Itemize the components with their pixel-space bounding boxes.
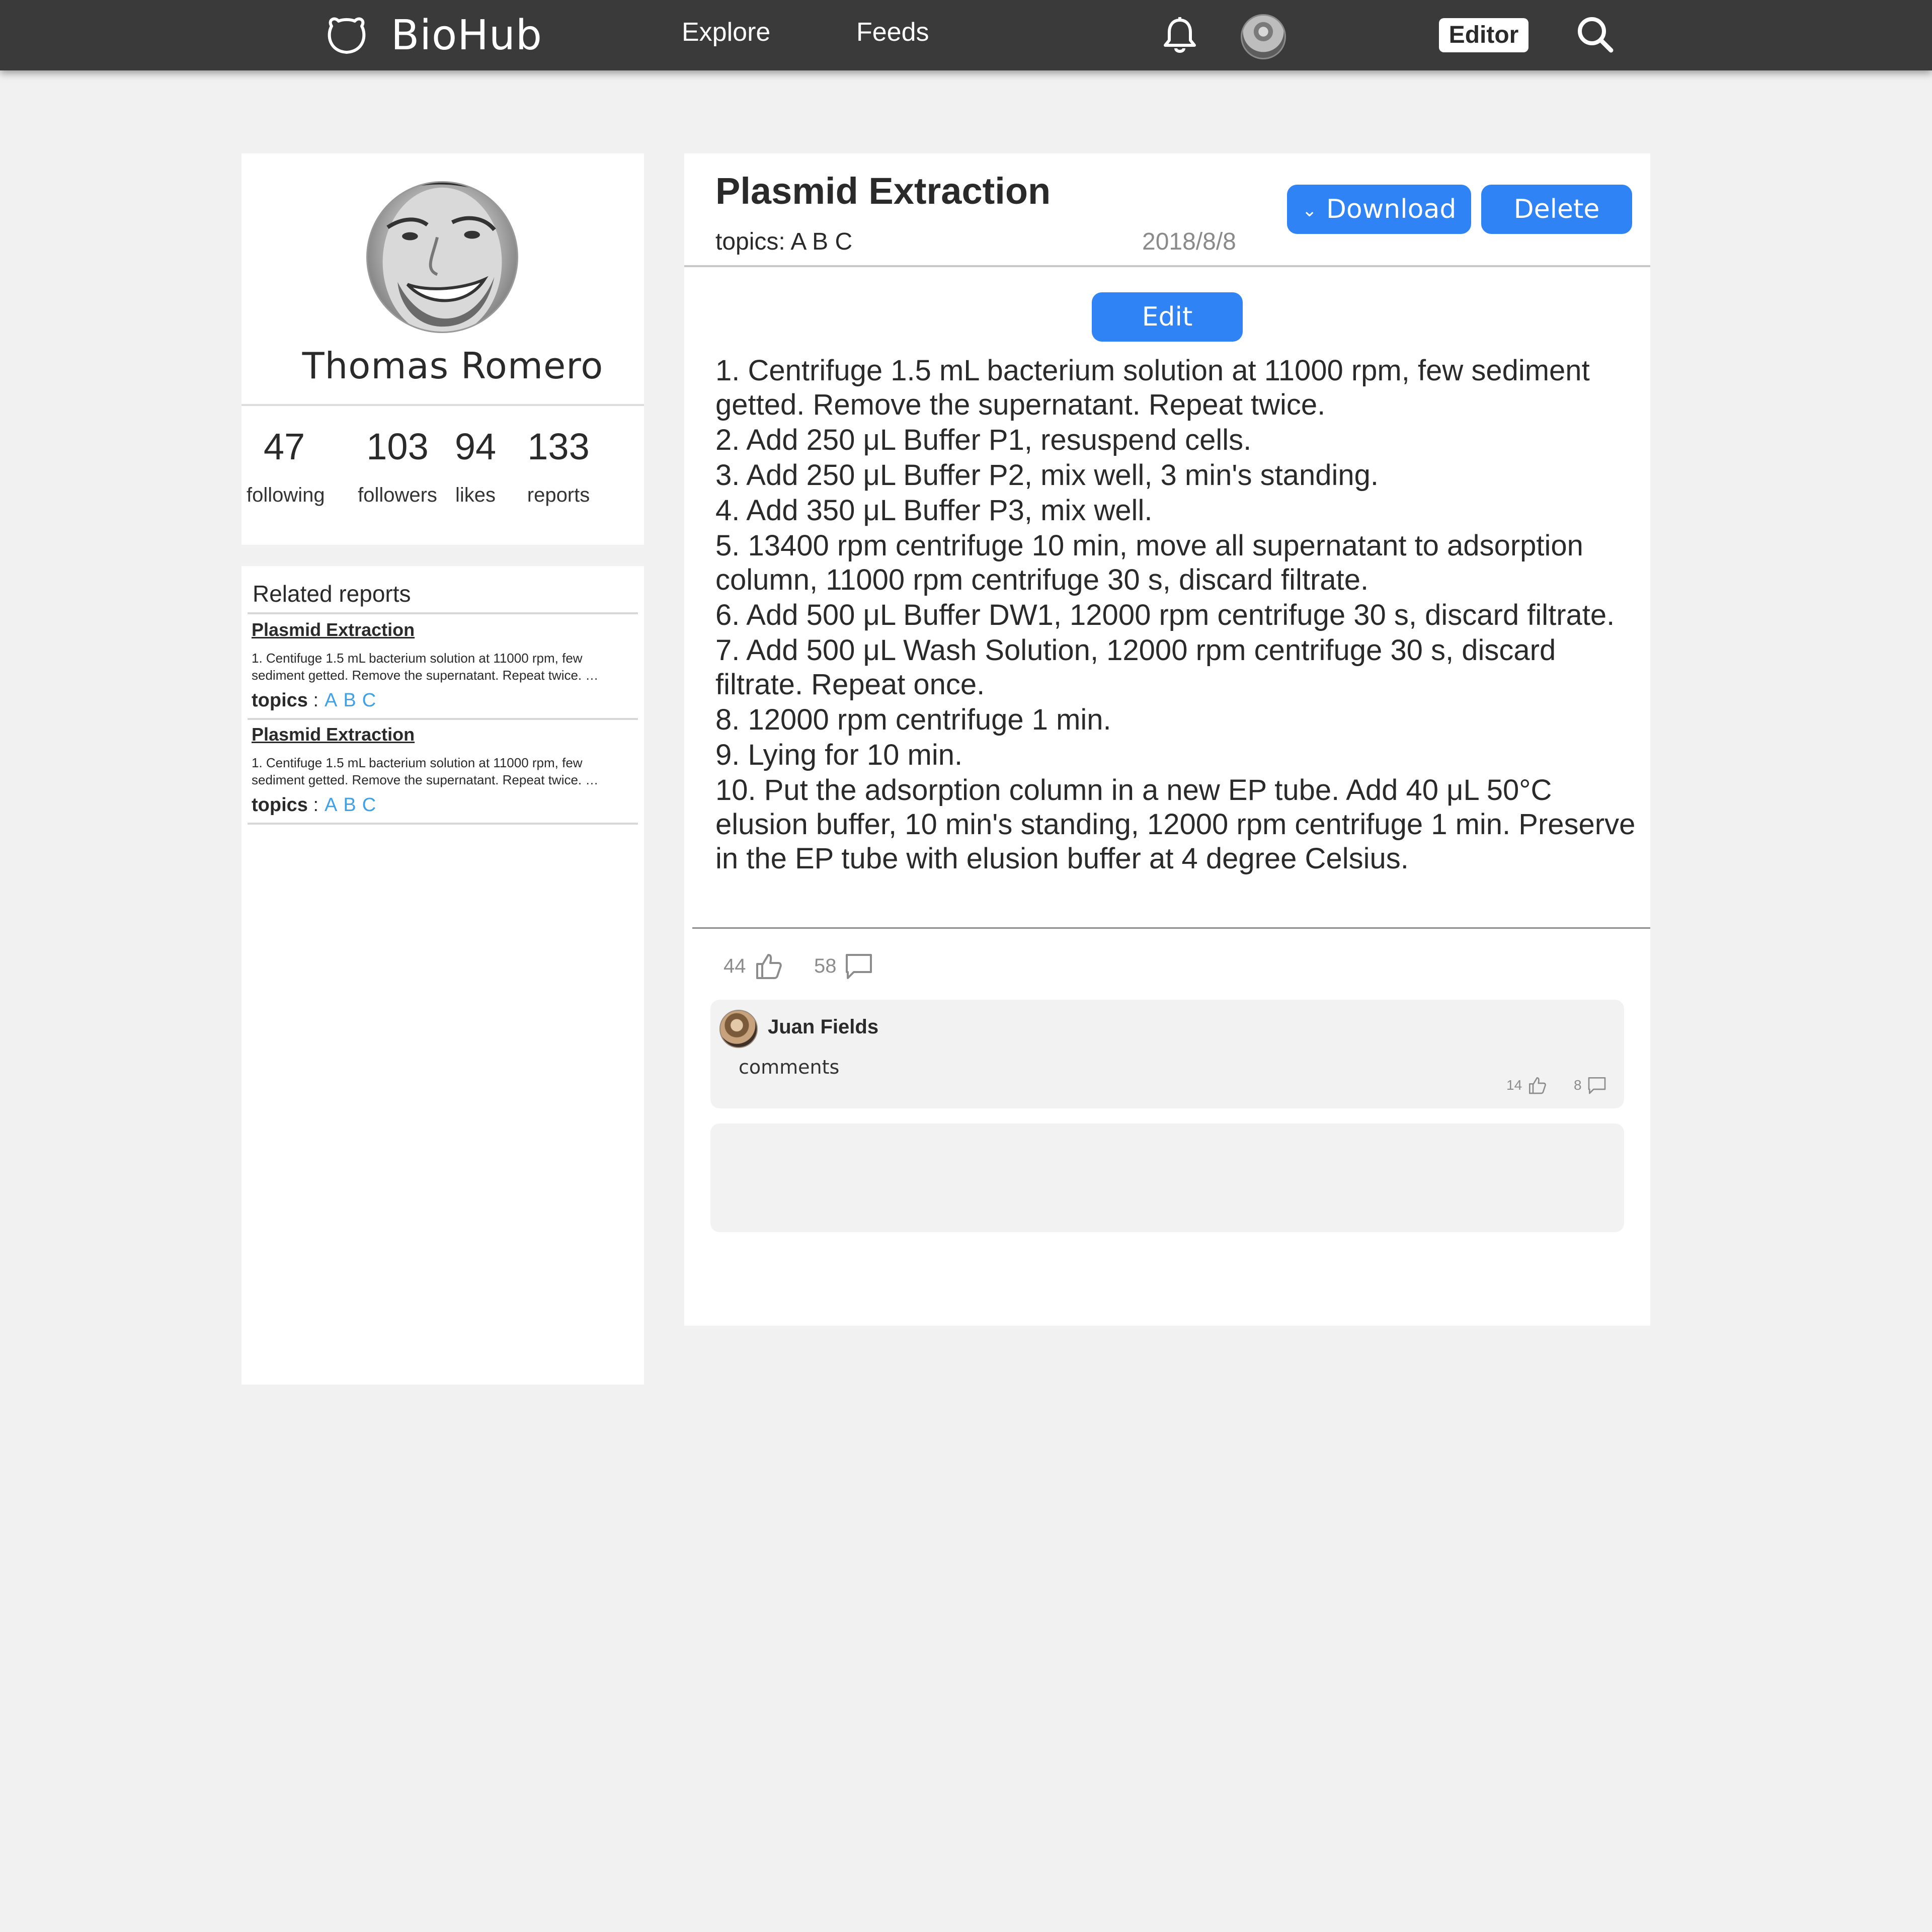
comment-like-count: 14 <box>1506 1077 1522 1093</box>
commenter-avatar[interactable] <box>719 1010 758 1048</box>
comment-text: comments <box>739 1056 840 1078</box>
download-label: Download <box>1326 194 1457 224</box>
profile-avatar[interactable] <box>366 181 518 333</box>
brand-logo[interactable]: BioHub <box>325 11 542 59</box>
stat-value: 103 <box>366 426 429 467</box>
stat-following[interactable]: 47 following <box>247 425 325 507</box>
divider <box>248 612 638 614</box>
topic-link[interactable]: A <box>325 690 337 711</box>
nav-feeds-link[interactable]: Feeds <box>856 17 929 47</box>
bear-logo-icon <box>328 17 366 54</box>
comment-input-area[interactable] <box>710 1123 1624 1232</box>
like-count: 44 <box>723 954 746 977</box>
related-reports-panel: Related reports Plasmid Extraction 1. Ce… <box>242 566 644 1385</box>
thumbs-up-icon <box>1529 1077 1547 1094</box>
comment-icon <box>845 954 872 979</box>
divider <box>242 404 644 406</box>
thumbs-up-icon <box>756 954 782 979</box>
related-report-topics: topics :ABC <box>252 794 376 816</box>
comment-button[interactable]: 58 <box>814 948 874 984</box>
related-report-item[interactable]: Plasmid Extraction 1. Centifuge 1.5 mL b… <box>252 619 634 711</box>
related-report-snippet: 1. Centifuge 1.5 mL bacterium solution a… <box>252 755 599 787</box>
comment-icon <box>1588 1077 1605 1094</box>
topic-link[interactable]: C <box>362 690 376 711</box>
bell-icon[interactable] <box>1162 16 1197 54</box>
topic-link[interactable]: C <box>362 794 376 816</box>
stat-label: followers <box>358 484 437 506</box>
comment-like-button[interactable]: 14 <box>1506 1075 1547 1095</box>
topic-link[interactable]: B <box>343 794 356 816</box>
protocol-step: 1. Centrifuge 1.5 mL bacterium solution … <box>715 354 1590 421</box>
nav-explore-link[interactable]: Explore <box>682 17 770 47</box>
topics-label: topics <box>252 690 308 711</box>
divider <box>684 265 1650 267</box>
protocol-step: 2. Add 250 μL Buffer P1, resuspend cells… <box>715 424 1252 456</box>
related-report-title[interactable]: Plasmid Extraction <box>252 619 634 640</box>
protocol-step: 10. Put the adsorption column in a new E… <box>715 774 1636 875</box>
protocol-step: 7. Add 500 μL Wash Solution, 12000 rpm c… <box>715 634 1556 701</box>
stat-likes[interactable]: 94 likes <box>448 425 503 507</box>
report-article: Plasmid Extraction topics: A B C 2018/8/… <box>684 153 1650 1326</box>
report-title: Plasmid Extraction <box>715 170 1051 212</box>
topic-link[interactable]: B <box>343 690 356 711</box>
stat-label: reports <box>527 484 590 506</box>
protocol-steps: 1. Centrifuge 1.5 mL bacterium solution … <box>715 354 1636 877</box>
protocol-step: 8. 12000 rpm centrifuge 1 min. <box>715 703 1111 736</box>
related-report-item[interactable]: Plasmid Extraction 1. Centifuge 1.5 mL b… <box>252 724 634 816</box>
comment-count: 58 <box>814 954 837 977</box>
profile-card: Thomas Romero 47 following 103 followers… <box>242 153 644 545</box>
like-button[interactable]: 44 <box>723 948 783 984</box>
report-date: 2018/8/8 <box>1142 228 1236 255</box>
divider <box>248 823 638 825</box>
divider <box>692 927 1650 929</box>
stat-value: 94 <box>454 426 497 467</box>
profile-photo <box>368 183 517 332</box>
top-navigation-bar: BioHub Explore Feeds Editor <box>0 0 1932 70</box>
comment-reply-count: 8 <box>1574 1077 1582 1093</box>
stat-reports[interactable]: 133 reports <box>516 425 601 507</box>
stat-label: likes <box>455 484 496 506</box>
protocol-step: 6. Add 500 μL Buffer DW1, 12000 rpm cent… <box>715 599 1615 631</box>
profile-name: Thomas Romero <box>302 345 604 387</box>
comment-card: Juan Fields comments 14 8 <box>710 1000 1624 1108</box>
user-avatar[interactable] <box>1241 14 1286 59</box>
related-report-snippet: 1. Centifuge 1.5 mL bacterium solution a… <box>252 651 599 683</box>
chevron-down-icon: ⌄ <box>1302 200 1317 221</box>
report-topics: topics: A B C <box>715 228 853 255</box>
divider <box>248 718 638 720</box>
delete-button[interactable]: Delete <box>1481 185 1632 234</box>
topics-label: topics <box>252 794 308 816</box>
stat-value: 47 <box>263 426 305 467</box>
related-report-topics: topics :ABC <box>252 690 376 711</box>
search-icon[interactable] <box>1575 14 1615 54</box>
stat-label: following <box>247 484 325 506</box>
protocol-step: 4. Add 350 μL Buffer P3, mix well. <box>715 494 1153 527</box>
protocol-step: 5. 13400 rpm centrifuge 10 min, move all… <box>715 529 1583 596</box>
related-reports-title: Related reports <box>253 581 411 607</box>
edit-button[interactable]: Edit <box>1092 292 1243 342</box>
commenter-name[interactable]: Juan Fields <box>768 1016 878 1038</box>
protocol-step: 9. Lying for 10 min. <box>715 739 963 771</box>
protocol-step: 3. Add 250 μL Buffer P2, mix well, 3 min… <box>715 459 1379 492</box>
related-report-title[interactable]: Plasmid Extraction <box>252 724 634 745</box>
stat-followers[interactable]: 103 followers <box>357 425 438 507</box>
stat-value: 133 <box>527 426 590 467</box>
download-button[interactable]: ⌄ Download <box>1287 185 1471 234</box>
brand-name: BioHub <box>391 11 542 59</box>
topic-link[interactable]: A <box>325 794 337 816</box>
comment-reply-button[interactable]: 8 <box>1574 1075 1607 1095</box>
editor-badge[interactable]: Editor <box>1439 18 1528 52</box>
